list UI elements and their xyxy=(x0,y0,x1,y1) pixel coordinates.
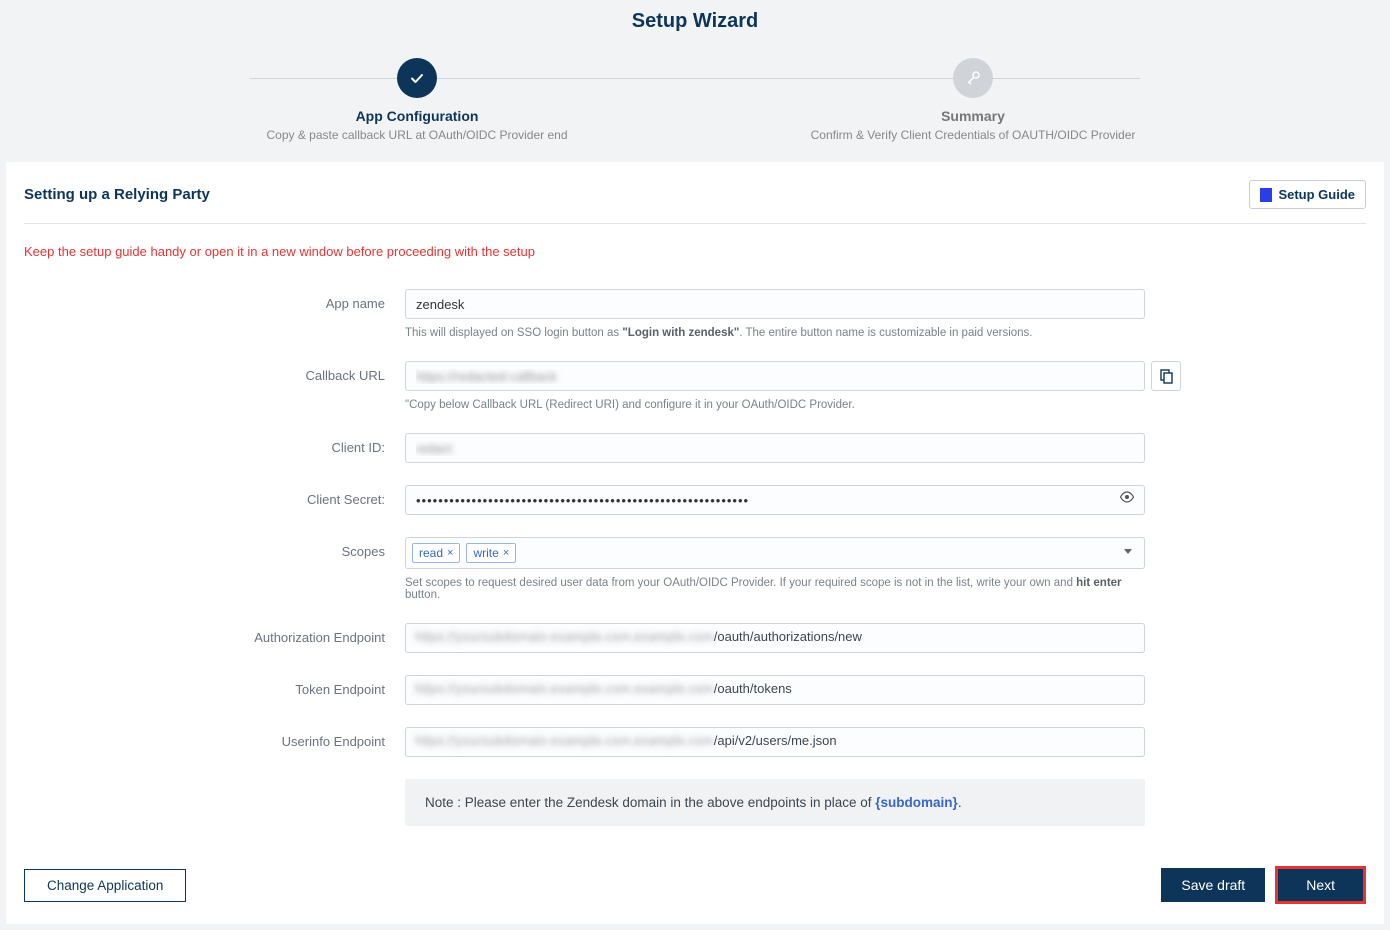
token-endpoint-input[interactable] xyxy=(405,675,1145,705)
step-title-1: App Configuration xyxy=(139,108,695,124)
label-userinfo-endpoint: Userinfo Endpoint xyxy=(205,727,405,749)
label-scopes: Scopes xyxy=(205,537,405,559)
panel-heading: Setting up a Relying Party xyxy=(24,186,210,203)
row-app-name: App name This will displayed on SSO logi… xyxy=(205,289,1245,339)
row-scopes: Scopes read × write × Set scopes to requ… xyxy=(205,537,1245,601)
book-icon xyxy=(1260,188,1272,202)
next-button-highlight: Next xyxy=(1275,866,1366,904)
label-token-endpoint: Token Endpoint xyxy=(205,675,405,697)
userinfo-endpoint-input[interactable] xyxy=(405,727,1145,757)
check-icon xyxy=(397,58,437,98)
client-secret-input[interactable] xyxy=(405,485,1145,515)
field-userinfo-endpoint: https://yoursubdomain.example.com.exampl… xyxy=(405,727,1145,757)
label-app-name: App name xyxy=(205,289,405,311)
close-icon[interactable]: × xyxy=(503,547,509,559)
main-panel: Setting up a Relying Party Setup Guide K… xyxy=(6,162,1384,924)
app-name-input[interactable] xyxy=(405,289,1145,319)
row-callback-url: Callback URL "Copy below Callback URL (R… xyxy=(205,361,1245,411)
wizard-steps-row: App Configuration Copy & paste callback … xyxy=(139,58,1251,142)
scopes-help: Set scopes to request desired user data … xyxy=(405,577,1145,601)
row-client-secret: Client Secret: xyxy=(205,485,1245,515)
field-app-name: This will displayed on SSO login button … xyxy=(405,289,1145,339)
copy-button[interactable] xyxy=(1151,361,1181,391)
footer-row: Change Application Save draft Next xyxy=(24,866,1366,904)
row-token-endpoint: Token Endpoint https://yoursubdomain.exa… xyxy=(205,675,1245,705)
step-subtitle-2: Confirm & Verify Client Credentials of O… xyxy=(695,128,1251,142)
field-callback-url: "Copy below Callback URL (Redirect URI) … xyxy=(405,361,1185,411)
label-callback-url: Callback URL xyxy=(205,361,405,383)
row-auth-endpoint: Authorization Endpoint https://yoursubdo… xyxy=(205,623,1245,653)
callback-url-input[interactable] xyxy=(405,361,1145,391)
field-scopes: read × write × Set scopes to request des… xyxy=(405,537,1145,601)
field-token-endpoint: https://yoursubdomain.example.com.exampl… xyxy=(405,675,1145,705)
setup-guide-button[interactable]: Setup Guide xyxy=(1249,180,1366,209)
scope-tag-read[interactable]: read × xyxy=(412,543,460,563)
save-draft-button[interactable]: Save draft xyxy=(1161,868,1265,902)
setup-warning-text: Keep the setup guide handy or open it in… xyxy=(24,244,1366,259)
wizard-title: Setup Wizard xyxy=(0,10,1390,33)
wizard-header: Setup Wizard App Configuration Copy & pa… xyxy=(0,0,1390,162)
copy-icon xyxy=(1158,368,1174,384)
change-application-button[interactable]: Change Application xyxy=(24,869,186,902)
auth-endpoint-input[interactable] xyxy=(405,623,1145,653)
row-userinfo-endpoint: Userinfo Endpoint https://yoursubdomain.… xyxy=(205,727,1245,757)
eye-icon[interactable] xyxy=(1119,491,1135,506)
client-id-input[interactable] xyxy=(405,433,1145,463)
label-client-id: Client ID: xyxy=(205,433,405,455)
footer-right-buttons: Save draft Next xyxy=(1161,866,1366,904)
form-area: App name This will displayed on SSO logi… xyxy=(145,289,1245,826)
field-note: Note : Please enter the Zendesk domain i… xyxy=(405,779,1145,826)
panel-header: Setting up a Relying Party Setup Guide xyxy=(24,180,1366,224)
key-icon xyxy=(953,58,993,98)
note-box: Note : Please enter the Zendesk domain i… xyxy=(405,779,1145,826)
chevron-down-icon xyxy=(1124,549,1132,554)
step-app-configuration[interactable]: App Configuration Copy & paste callback … xyxy=(139,58,695,142)
label-auth-endpoint: Authorization Endpoint xyxy=(205,623,405,645)
field-client-secret xyxy=(405,485,1145,515)
row-note: Note : Please enter the Zendesk domain i… xyxy=(205,779,1245,826)
row-client-id: Client ID: xyxy=(205,433,1245,463)
label-client-secret: Client Secret: xyxy=(205,485,405,507)
field-client-id xyxy=(405,433,1145,463)
setup-guide-label: Setup Guide xyxy=(1278,187,1355,202)
scope-tag-write[interactable]: write × xyxy=(466,543,516,563)
close-icon[interactable]: × xyxy=(447,547,453,559)
step-summary[interactable]: Summary Confirm & Verify Client Credenti… xyxy=(695,58,1251,142)
step-subtitle-1: Copy & paste callback URL at OAuth/OIDC … xyxy=(139,128,695,142)
scopes-select[interactable]: read × write × xyxy=(405,537,1145,569)
step-title-2: Summary xyxy=(695,108,1251,124)
app-name-help: This will displayed on SSO login button … xyxy=(405,327,1145,339)
field-auth-endpoint: https://yoursubdomain.example.com.exampl… xyxy=(405,623,1145,653)
next-button[interactable]: Next xyxy=(1278,869,1363,901)
callback-help: "Copy below Callback URL (Redirect URI) … xyxy=(405,399,1185,411)
